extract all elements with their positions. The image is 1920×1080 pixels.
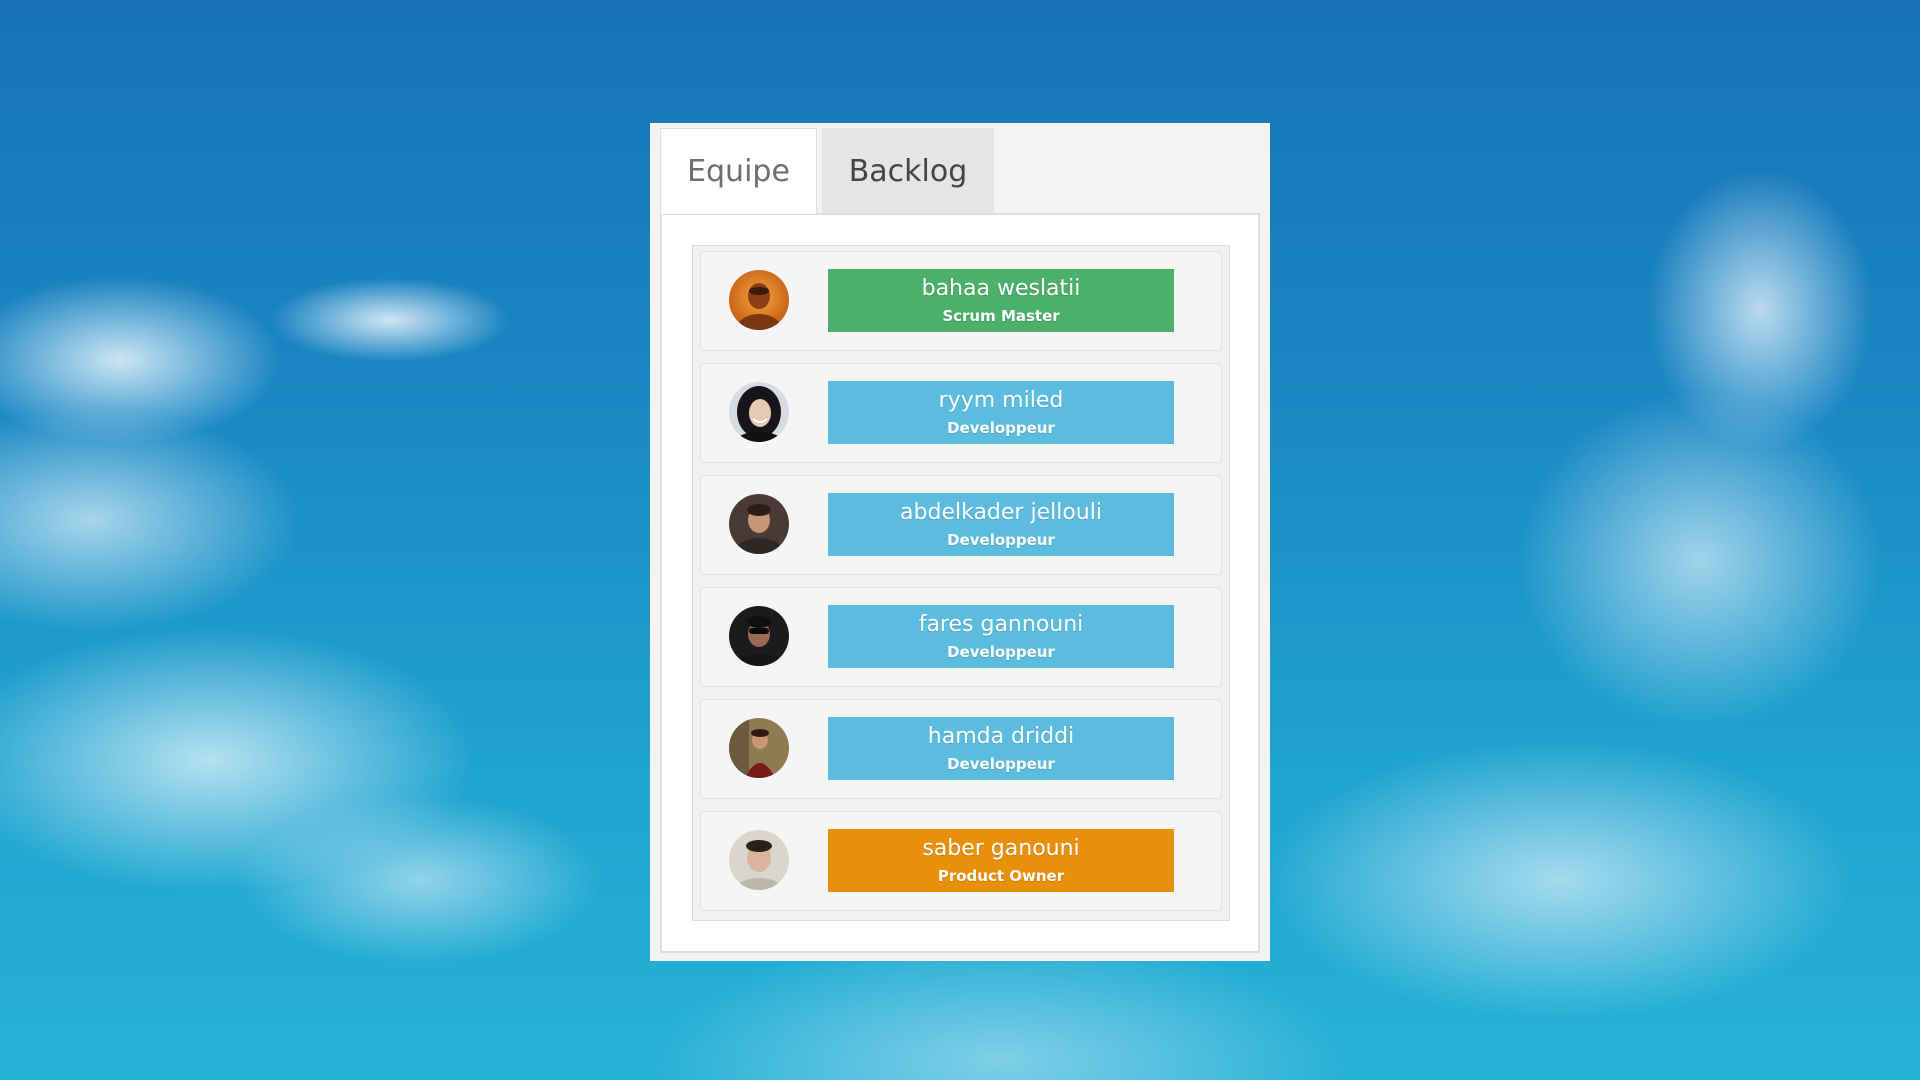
member-badge: saber ganouni Product Owner — [828, 829, 1174, 892]
member-badge: bahaa weslatii Scrum Master — [828, 269, 1174, 332]
member-name: ryym miled — [938, 387, 1064, 413]
member-name: hamda driddi — [927, 723, 1075, 749]
member-role: Developpeur — [947, 530, 1055, 549]
avatar — [729, 718, 789, 778]
avatar — [729, 382, 789, 442]
avatar — [729, 494, 789, 554]
team-panel: Equipe Backlog bahaa weslatii Scrum Mast… — [650, 123, 1270, 961]
member-card-hamda-driddi[interactable]: hamda driddi Developpeur — [700, 699, 1222, 799]
member-badge: abdelkader jellouli Developpeur — [828, 493, 1174, 556]
tab-equipe[interactable]: Equipe — [660, 128, 817, 214]
member-role: Product Owner — [937, 866, 1065, 885]
member-name: fares gannouni — [918, 611, 1084, 637]
avatar — [729, 270, 789, 330]
member-card-bahaa-weslatii[interactable]: bahaa weslatii Scrum Master — [700, 251, 1222, 351]
member-role: Developpeur — [947, 642, 1055, 661]
member-card-fares-gannouni[interactable]: fares gannouni Developpeur — [700, 587, 1222, 687]
member-card-abdelkader-jellouli[interactable]: abdelkader jellouli Developpeur — [700, 475, 1222, 575]
tab-bar: Equipe Backlog — [660, 128, 994, 214]
avatar — [729, 830, 789, 890]
member-name: saber ganouni — [922, 835, 1080, 861]
member-badge: fares gannouni Developpeur — [828, 605, 1174, 668]
member-name: abdelkader jellouli — [900, 499, 1102, 525]
avatar — [729, 606, 789, 666]
team-member-list: bahaa weslatii Scrum Master ryym miled D… — [692, 245, 1230, 921]
member-role: Developpeur — [947, 418, 1055, 437]
member-badge: hamda driddi Developpeur — [828, 717, 1174, 780]
member-badge: ryym miled Developpeur — [828, 381, 1174, 444]
member-card-ryym-miled[interactable]: ryym miled Developpeur — [700, 363, 1222, 463]
tab-content-equipe: bahaa weslatii Scrum Master ryym miled D… — [660, 213, 1260, 953]
member-role: Scrum Master — [942, 306, 1060, 325]
member-role: Developpeur — [947, 754, 1055, 773]
member-card-saber-ganouni[interactable]: saber ganouni Product Owner — [700, 811, 1222, 911]
tab-backlog[interactable]: Backlog — [822, 128, 994, 214]
member-name: bahaa weslatii — [921, 275, 1081, 301]
